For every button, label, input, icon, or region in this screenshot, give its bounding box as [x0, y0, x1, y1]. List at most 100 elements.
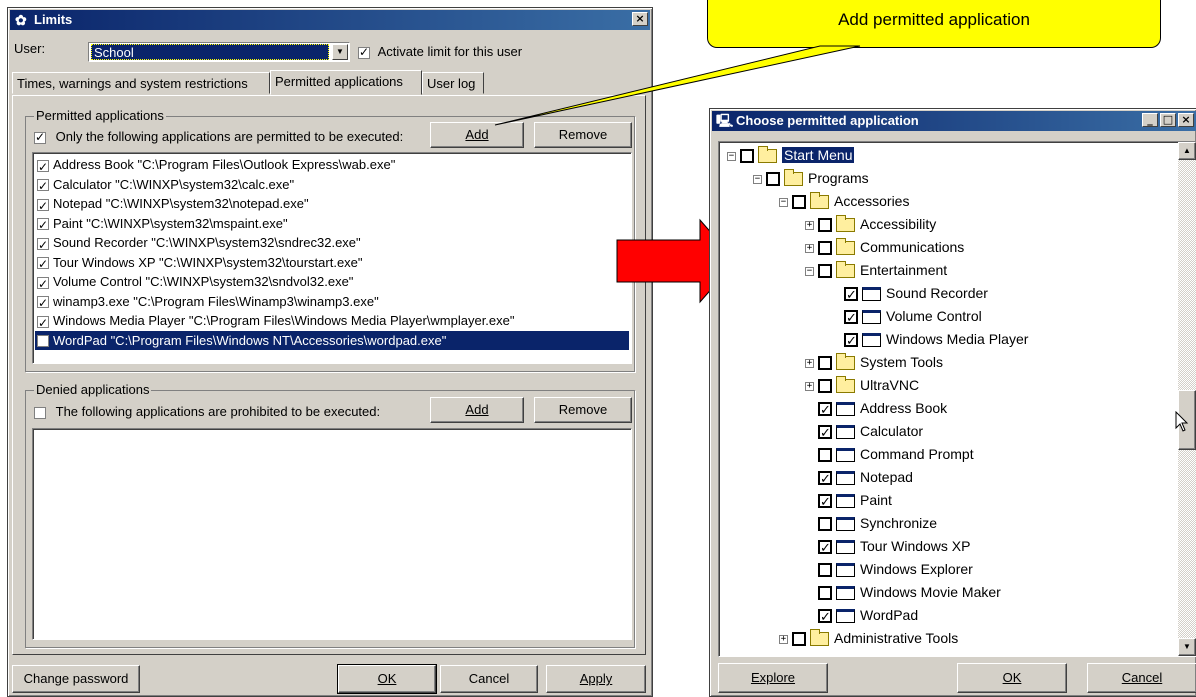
tree-node-checkbox[interactable] [844, 285, 858, 307]
tree-node[interactable]: − Start Menu [727, 144, 855, 166]
collapse-icon[interactable]: − [805, 266, 814, 276]
mouse-cursor-icon [1175, 411, 1189, 432]
tree-node-checkbox[interactable] [792, 195, 806, 210]
application-icon [862, 287, 881, 302]
tree-node-checkbox[interactable] [818, 423, 832, 445]
tree-node-label: System Tools [860, 354, 943, 370]
tree-node-label: Windows Explorer [860, 561, 973, 577]
tree-node-checkbox[interactable] [818, 264, 832, 279]
folder-icon [836, 238, 855, 256]
tree-node-checkbox[interactable] [844, 308, 858, 330]
tree-node-label: Notepad [860, 469, 913, 485]
chooser-titlebar[interactable]: 🖳 Choose permitted application _ □ × [712, 111, 1196, 131]
application-icon [836, 471, 855, 486]
tree-node[interactable]: Address Book [805, 397, 948, 422]
tree-node[interactable]: Synchronize [805, 512, 937, 534]
tree-node-checkbox[interactable] [818, 517, 832, 532]
tree-node-checkbox[interactable] [818, 218, 832, 233]
tree-node-checkbox[interactable] [818, 607, 832, 629]
application-icon [836, 517, 855, 532]
tree-node-label: Command Prompt [860, 446, 974, 462]
scroll-down-button[interactable]: ▼ [1178, 638, 1196, 656]
tree-node-checkbox[interactable] [766, 172, 780, 187]
chooser-window: 🖳 Choose permitted application _ □ × − St… [709, 108, 1196, 697]
application-icon [862, 310, 881, 325]
tree-node-label: Volume Control [886, 308, 982, 324]
tree-node[interactable]: + UltraVNC [805, 374, 919, 396]
tree-node[interactable]: Command Prompt [805, 443, 974, 465]
explore-button[interactable]: Explore [718, 663, 828, 693]
tree-node-label: Calculator [860, 423, 924, 439]
tree-node-checkbox[interactable] [818, 241, 832, 256]
tree-node[interactable]: Calculator [805, 420, 924, 445]
tree-node-label: Tour Windows XP [860, 538, 971, 554]
tree-node-label: Accessibility [860, 216, 937, 232]
folder-open-icon [836, 261, 855, 279]
chooser-close-button[interactable]: × [1178, 113, 1194, 127]
application-icon [836, 494, 855, 509]
tree-node[interactable]: − Entertainment [805, 259, 947, 281]
tree-node-checkbox[interactable] [740, 149, 754, 164]
tree-node-checkbox[interactable] [818, 379, 832, 394]
application-icon [862, 333, 881, 348]
tree-node[interactable]: − Accessories [779, 190, 909, 212]
tree-node[interactable]: WordPad [805, 604, 919, 629]
tree-node[interactable]: Volume Control [831, 305, 982, 330]
tree-node[interactable]: Windows Explorer [805, 558, 973, 580]
tree-node-label: Synchronize [860, 515, 938, 531]
tree-node-label: Accessories [834, 193, 910, 209]
tree-node[interactable]: + System Tools [805, 351, 943, 373]
collapse-icon[interactable]: − [753, 174, 762, 184]
tree-node-label: Address Book [860, 400, 948, 416]
tree-node[interactable]: + Administrative Tools [779, 627, 958, 649]
tree-node-checkbox[interactable] [818, 586, 832, 601]
tree-node-checkbox[interactable] [844, 331, 858, 353]
tree-node[interactable]: Windows Media Player [831, 328, 1028, 353]
app-tree[interactable]: − Start Menu − Programs − Accessories + Accessi… [718, 141, 1196, 657]
folder-open-icon [758, 146, 777, 164]
folder-icon [836, 215, 855, 233]
tree-node-label: Start Menu [782, 147, 855, 163]
collapse-icon[interactable]: − [779, 197, 788, 207]
expand-icon[interactable]: + [779, 634, 788, 644]
scroll-up-button[interactable]: ▲ [1178, 142, 1196, 160]
folder-open-icon [784, 169, 803, 187]
tree-node[interactable]: Tour Windows XP [805, 535, 971, 560]
maximize-button[interactable]: □ [1160, 113, 1176, 127]
expand-icon[interactable]: + [805, 358, 814, 368]
tree-node-label: WordPad [860, 607, 919, 623]
tree-node[interactable]: − Programs [753, 167, 869, 189]
tree-node[interactable]: + Accessibility [805, 213, 936, 235]
tree-node-checkbox[interactable] [818, 448, 832, 463]
expand-icon[interactable]: + [805, 243, 814, 253]
mouse-cursor-shape [1175, 411, 1189, 432]
tree-node-checkbox[interactable] [818, 400, 832, 422]
tree-node-label: UltraVNC [860, 377, 920, 393]
folder-icon [836, 353, 855, 371]
tree-node[interactable]: Paint [805, 489, 892, 514]
tree-node-checkbox[interactable] [818, 469, 832, 491]
expand-icon[interactable]: + [805, 220, 814, 230]
tree-node-label: Windows Movie Maker [860, 584, 1001, 600]
tree-node-label: Administrative Tools [834, 630, 959, 646]
minimize-button[interactable]: _ [1142, 113, 1158, 127]
tree-node-checkbox[interactable] [818, 356, 832, 371]
tab-permitted-applications[interactable]: Permitted applications [270, 70, 422, 95]
chooser-title: Choose permitted application [736, 113, 919, 128]
tree-node[interactable]: Sound Recorder [831, 282, 988, 307]
tree-node-checkbox[interactable] [818, 538, 832, 560]
tree-node-checkbox[interactable] [818, 563, 832, 578]
tree-node-checkbox[interactable] [792, 632, 806, 647]
collapse-icon[interactable]: − [727, 151, 736, 161]
chooser-cancel-button[interactable]: Cancel [1087, 663, 1196, 693]
chooser-ok-button[interactable]: OK [957, 663, 1067, 693]
tree-node-label: Sound Recorder [886, 285, 988, 301]
tree-node[interactable]: + Communications [805, 236, 964, 258]
application-icon [836, 609, 855, 624]
tree-node-checkbox[interactable] [818, 492, 832, 514]
vertical-scrollbar[interactable]: ▲ ▼ [1178, 142, 1196, 656]
tree-node[interactable]: Notepad [805, 466, 913, 491]
expand-icon[interactable]: + [805, 381, 814, 391]
folder-icon [836, 376, 855, 394]
tree-node[interactable]: Windows Movie Maker [805, 581, 1001, 603]
